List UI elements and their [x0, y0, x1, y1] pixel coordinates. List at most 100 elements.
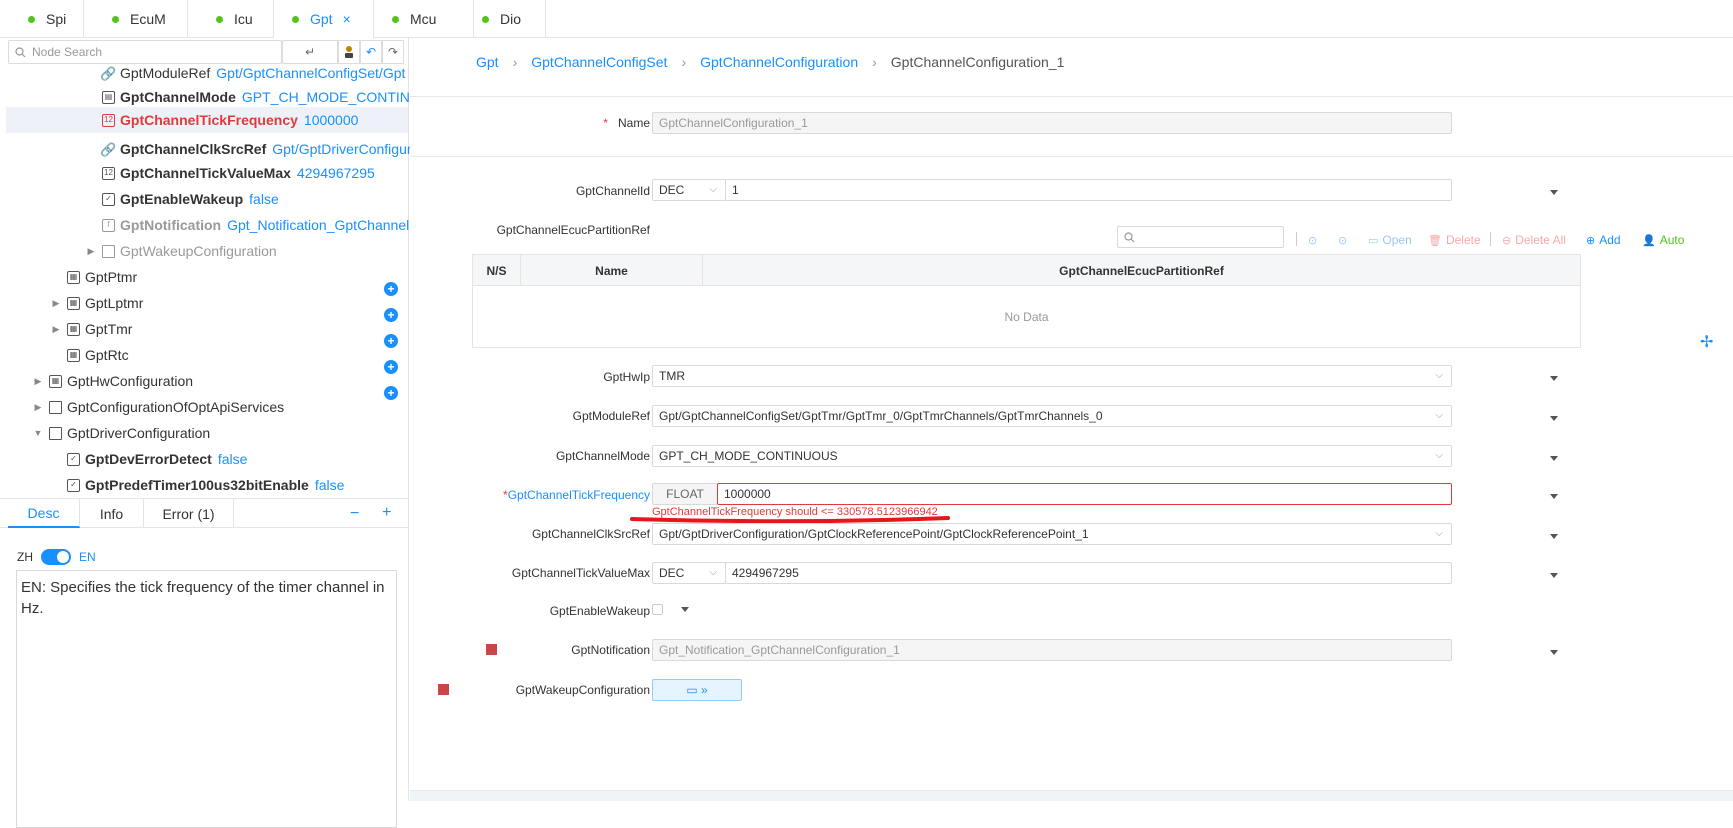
person-icon: [345, 46, 353, 58]
expand-arrow-icon[interactable]: ▶: [86, 246, 96, 257]
dropdown-caret-icon[interactable]: [1550, 650, 1558, 655]
breadcrumb-link[interactable]: Gpt: [476, 54, 499, 70]
tree-item-name: GptNotification: [120, 217, 222, 233]
tick-freq-value: 1000000: [724, 487, 771, 501]
required-mark: *: [603, 116, 608, 130]
breadcrumb-link[interactable]: GptChannelConfiguration: [700, 54, 858, 70]
ecuc-search-input[interactable]: [1117, 226, 1284, 248]
column-header-name[interactable]: Name: [521, 255, 703, 286]
add-button[interactable]: ⊕ Add: [1586, 230, 1621, 250]
tab-icu[interactable]: Icu: [188, 0, 274, 38]
dropdown-caret-icon[interactable]: [1550, 456, 1558, 461]
module-ref-select[interactable]: Gpt/GptChannelConfigSet/GptTmr/GptTmr_0/…: [652, 405, 1452, 427]
clk-src-select[interactable]: Gpt/GptDriverConfiguration/GptClockRefer…: [652, 523, 1452, 545]
tree-item[interactable]: ✓ GptDevErrorDetect false: [67, 446, 408, 472]
channel-mode-select[interactable]: GPT_CH_MODE_CONTINUOUS ⌵: [652, 445, 1452, 467]
channel-id-value: 1: [732, 183, 739, 197]
tree-item-selected[interactable]: 12 GptChannelTickFrequency 1000000: [6, 107, 408, 133]
delete-button[interactable]: 🗑 Delete: [1428, 230, 1481, 250]
minimize-icon[interactable]: −: [350, 505, 359, 523]
wakeup-config-marker-icon: [438, 684, 449, 695]
horizontal-scrollbar[interactable]: [410, 790, 1733, 801]
description-textarea[interactable]: EN: Specifies the tick frequency of the …: [16, 570, 397, 828]
float-icon: 12: [102, 113, 115, 127]
chevron-down-icon: ⌵: [709, 184, 717, 195]
tab-ecum[interactable]: EcuM: [84, 0, 188, 38]
tree-item[interactable]: ▶ GptWakeupConfiguration: [86, 238, 408, 264]
tree-item[interactable]: 🔗 GptModuleRef Gpt/GptChannelConfigSet/G…: [100, 60, 408, 86]
expand-arrow-icon[interactable]: ▶: [51, 298, 61, 309]
tab-dio[interactable]: Dio: [474, 0, 546, 38]
tab-gpt[interactable]: Gpt ×: [274, 0, 374, 38]
tree-item-value: 4294967295: [296, 165, 375, 181]
name-field[interactable]: GptChannelConfiguration_1: [652, 112, 1452, 134]
close-icon[interactable]: ×: [343, 11, 351, 27]
open-wakeup-config-button[interactable]: ▭ »: [652, 679, 742, 701]
tree-item[interactable]: ▦ GptRtc: [67, 342, 408, 368]
delete-label: Delete: [1445, 233, 1481, 247]
expand-arrow-icon[interactable]: ▶: [51, 324, 61, 335]
tree-item-value: false: [314, 477, 345, 493]
auto-button[interactable]: 👤 Auto: [1642, 230, 1684, 250]
integer-icon: 12: [102, 166, 115, 180]
dropdown-caret-icon[interactable]: [1550, 376, 1558, 381]
module-ref-value: Gpt/GptChannelConfigSet/GptTmr/GptTmr_0/…: [659, 409, 1103, 423]
tree-item[interactable]: ✓ GptEnableWakeup false: [102, 186, 408, 212]
dropdown-caret-icon[interactable]: [1550, 190, 1558, 195]
lang-zh-label: ZH: [17, 550, 33, 564]
tree-item[interactable]: ▼ GptDriverConfiguration: [33, 420, 408, 446]
format-value: FLOAT: [666, 487, 704, 501]
toolbar-divider: [1296, 232, 1297, 246]
breadcrumb-link[interactable]: GptChannelConfigSet: [531, 54, 667, 70]
tab-label: Spi: [46, 11, 67, 27]
resize-handle-icon[interactable]: ✢: [1700, 332, 1713, 352]
tree-item[interactable]: f GptNotification Gpt_Notification_GptCh…: [102, 212, 409, 238]
tick-freq-input[interactable]: 1000000: [717, 483, 1452, 505]
expand-arrow-icon[interactable]: ▶: [33, 402, 43, 413]
expand-icon[interactable]: +: [382, 504, 391, 522]
tab-info[interactable]: Info: [80, 499, 144, 528]
dropdown-caret-icon[interactable]: [1550, 534, 1558, 539]
open-button[interactable]: ▭ Open: [1368, 230, 1412, 250]
dropdown-caret-icon[interactable]: [1550, 573, 1558, 578]
column-header-ns[interactable]: N/S: [473, 255, 521, 286]
tick-max-input[interactable]: 4294967295: [725, 562, 1452, 584]
redo-icon: ↷: [387, 45, 399, 59]
tree-item[interactable]: 12 GptChannelTickValueMax 4294967295: [102, 160, 408, 186]
breadcrumb-current: GptChannelConfiguration_1: [890, 54, 1065, 70]
tree-item[interactable]: ▶ ▦ GptLptmr: [51, 290, 408, 316]
tree-item[interactable]: ✓ GptPredefTimer100us32bitEnable false: [67, 472, 408, 498]
dropdown-caret-icon[interactable]: [1550, 416, 1558, 421]
tree-item[interactable]: 🔗 GptChannelClkSrcRef Gpt/GptDriverConfi…: [100, 136, 411, 162]
folder-icon: [49, 426, 62, 440]
collapse-arrow-icon[interactable]: ▼: [33, 428, 43, 438]
hwip-select[interactable]: TMR ⌵: [652, 365, 1452, 387]
notification-field[interactable]: Gpt_Notification_GptChannelConfiguration…: [652, 639, 1452, 661]
delete-all-button[interactable]: ⊖ Delete All: [1502, 230, 1566, 250]
enable-wakeup-checkbox[interactable]: [652, 604, 663, 615]
tree-item[interactable]: ▶ GptConfigurationOfOptApiServices: [33, 394, 408, 420]
channel-id-input[interactable]: 1: [725, 179, 1452, 201]
tab-mcu[interactable]: Mcu: [374, 0, 474, 38]
tree-item-name: GptConfigurationOfOptApiServices: [67, 399, 285, 415]
wakeup-config-label: GptWakeupConfiguration: [515, 683, 650, 697]
tree-item-name: GptChannelTickValueMax: [120, 165, 291, 181]
dropdown-caret-icon[interactable]: [1550, 494, 1558, 499]
column-header-ref[interactable]: GptChannelEcucPartitionRef: [703, 255, 1580, 286]
move-down-button[interactable]: ⊙: [1338, 230, 1351, 250]
tree-item[interactable]: ▶ ▦ GptTmr: [51, 316, 408, 342]
move-up-button[interactable]: ⊙: [1308, 230, 1321, 250]
tab-spi[interactable]: Spi: [0, 0, 84, 38]
tick-max-format-select[interactable]: DEC ⌵: [652, 562, 726, 584]
name-label: * Name: [510, 116, 650, 130]
channel-id-format-select[interactable]: DEC ⌵: [652, 179, 726, 201]
tree-item[interactable]: ▶ ▦ GptHwConfiguration: [33, 368, 408, 394]
tab-desc[interactable]: Desc: [8, 499, 80, 528]
dropdown-caret-icon[interactable]: [681, 607, 689, 612]
expand-arrow-icon[interactable]: ▶: [33, 376, 43, 387]
language-switch[interactable]: [41, 549, 71, 565]
tab-label: Dio: [500, 11, 522, 27]
tree-item[interactable]: ▦ GptPtmr: [67, 264, 408, 290]
language-toggle[interactable]: ZH EN: [17, 546, 96, 568]
tab-error[interactable]: Error (1): [144, 499, 234, 528]
